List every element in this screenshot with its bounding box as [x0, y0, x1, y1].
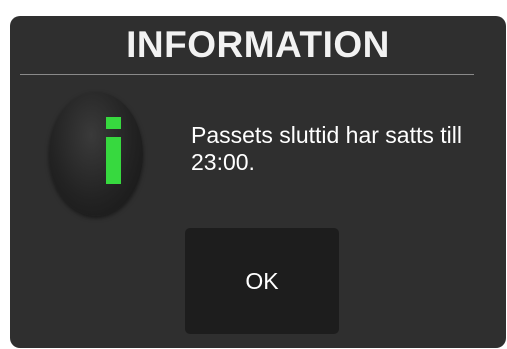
info-icon-dot — [106, 117, 121, 129]
ok-button[interactable]: OK — [185, 228, 339, 334]
info-icon — [49, 92, 143, 216]
information-dialog: INFORMATION Passets sluttid har satts ti… — [10, 16, 506, 348]
dialog-message: Passets sluttid har satts till 23:00. — [191, 122, 462, 175]
info-icon-stem — [106, 137, 121, 184]
dialog-title: INFORMATION — [126, 24, 390, 65]
title-divider — [20, 74, 474, 75]
